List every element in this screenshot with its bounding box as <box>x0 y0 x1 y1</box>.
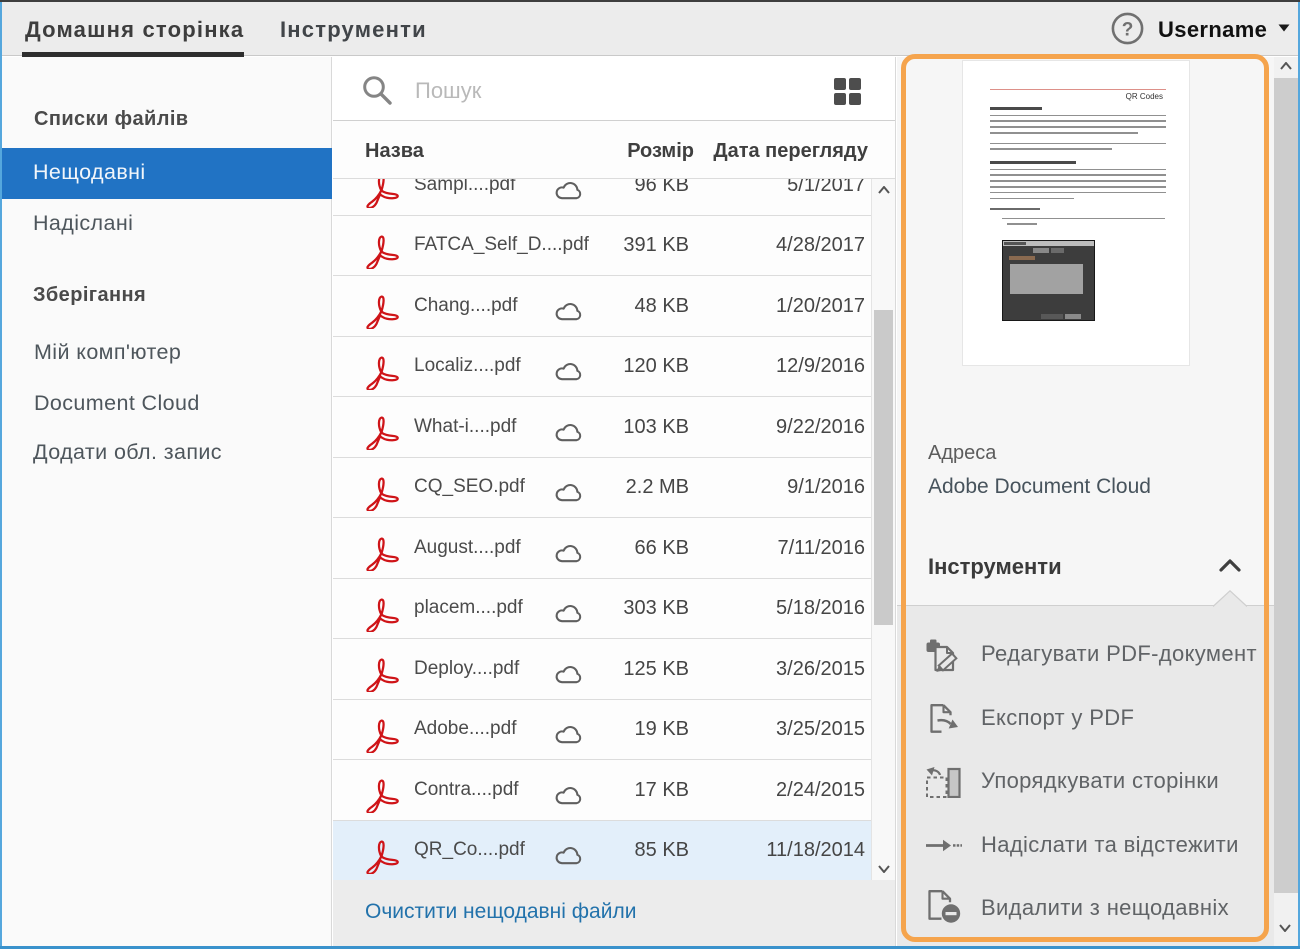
svg-text:?: ? <box>1122 20 1134 41</box>
